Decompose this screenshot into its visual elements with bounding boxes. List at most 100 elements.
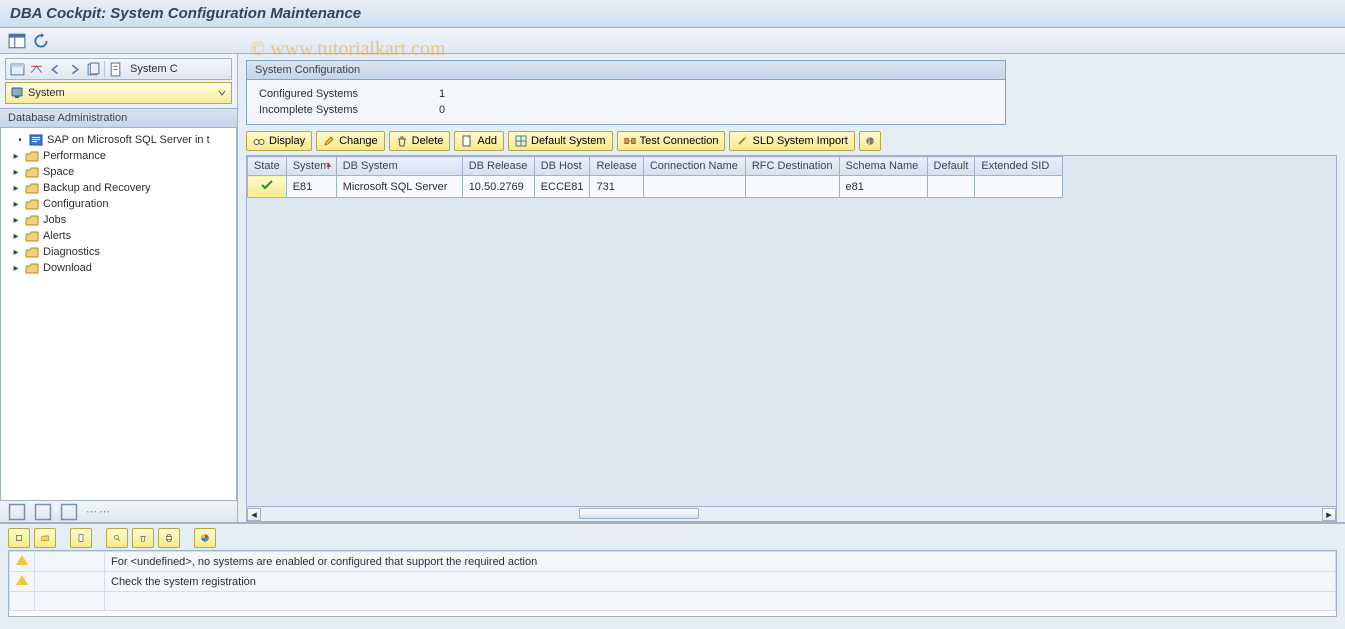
connection-icon bbox=[624, 135, 636, 147]
print-icon bbox=[165, 534, 173, 542]
lb-icon-1[interactable] bbox=[8, 503, 26, 521]
tree-item[interactable]: ▸Alerts bbox=[1, 228, 236, 244]
display-button[interactable]: Display bbox=[246, 131, 312, 151]
expand-icon[interactable]: ▸ bbox=[11, 183, 21, 193]
msg-find-button[interactable] bbox=[106, 528, 128, 548]
message-icon-cell bbox=[10, 572, 35, 592]
refresh-icon[interactable] bbox=[32, 32, 50, 50]
incomplete-systems-label: Incomplete Systems bbox=[259, 104, 429, 116]
change-button-label: Change bbox=[339, 135, 378, 147]
grid-column-header[interactable]: Connection Name bbox=[643, 157, 745, 176]
add-button[interactable]: Add bbox=[454, 131, 504, 151]
delete-button[interactable]: Delete bbox=[389, 131, 451, 151]
color-legend-button[interactable] bbox=[859, 131, 881, 151]
nav-doc-icon[interactable] bbox=[107, 62, 124, 77]
scroll-right-arrow-icon[interactable]: ▸ bbox=[1322, 508, 1336, 521]
message-row[interactable]: For <undefined>, no systems are enabled … bbox=[10, 552, 1336, 572]
nav-forward-icon[interactable] bbox=[66, 62, 83, 77]
configured-systems-value: 1 bbox=[439, 88, 479, 100]
grid-cell bbox=[643, 176, 745, 198]
msg-folder-button[interactable] bbox=[34, 528, 56, 548]
app-toolbar bbox=[0, 28, 1345, 54]
expand-icon[interactable]: ▸ bbox=[11, 199, 21, 209]
folder-icon bbox=[25, 166, 39, 178]
grid-horizontal-scrollbar[interactable]: ◂ ▸ bbox=[247, 506, 1336, 521]
grid-column-header[interactable]: Schema Name bbox=[839, 157, 927, 176]
lb-icon-3[interactable] bbox=[60, 503, 78, 521]
grid-column-header[interactable]: DB Host bbox=[534, 157, 590, 176]
grid-column-header[interactable]: DB System bbox=[336, 157, 462, 176]
tree-item-label: Diagnostics bbox=[43, 246, 100, 258]
nav-tool-icon-1[interactable] bbox=[9, 62, 26, 77]
search-icon bbox=[113, 534, 121, 542]
system-select[interactable]: System bbox=[5, 82, 232, 104]
state-cell bbox=[248, 176, 287, 198]
test-connection-button[interactable]: Test Connection bbox=[617, 131, 726, 151]
folder-icon bbox=[25, 182, 39, 194]
page-title: DBA Cockpit: System Configuration Mainte… bbox=[10, 5, 361, 22]
scroll-left-arrow-icon[interactable]: ◂ bbox=[247, 508, 261, 521]
grid-column-header[interactable]: System▲ bbox=[286, 157, 336, 176]
tree-active-item[interactable]: • SAP on Microsoft SQL Server in t bbox=[1, 132, 236, 148]
msg-color-button[interactable] bbox=[194, 528, 216, 548]
left-panel: System C System Database Administration … bbox=[0, 54, 238, 522]
lb-icon-2[interactable] bbox=[34, 503, 52, 521]
tree-item-label: Download bbox=[43, 262, 92, 274]
expand-icon[interactable]: ▸ bbox=[11, 263, 21, 273]
sld-import-button[interactable]: SLD System Import bbox=[729, 131, 854, 151]
folder-icon bbox=[25, 198, 39, 210]
new-doc-icon bbox=[461, 135, 473, 147]
tree-item-label: Performance bbox=[43, 150, 106, 162]
grid-column-header[interactable]: RFC Destination bbox=[745, 157, 839, 176]
tree-item-label: SAP on Microsoft SQL Server in t bbox=[47, 134, 210, 146]
expand-icon[interactable]: ▸ bbox=[11, 151, 21, 161]
display-button-label: Display bbox=[269, 135, 305, 147]
folder-icon bbox=[25, 150, 39, 162]
system-icon bbox=[10, 86, 24, 100]
tree-item-label: Configuration bbox=[43, 198, 108, 210]
tree-item[interactable]: ▸ Diagnostics bbox=[1, 244, 236, 260]
nav-tool-icon-2[interactable] bbox=[28, 62, 45, 77]
grid-column-header[interactable]: State bbox=[248, 157, 287, 176]
expand-icon[interactable]: ▸ bbox=[11, 215, 21, 225]
tree-item[interactable]: ▸Backup and Recovery bbox=[1, 180, 236, 196]
folder-icon bbox=[25, 230, 39, 242]
msg-print-button[interactable] bbox=[158, 528, 180, 548]
layout-icon[interactable] bbox=[8, 32, 26, 50]
msg-delete-button[interactable] bbox=[132, 528, 154, 548]
systems-grid[interactable]: StateSystem▲DB SystemDB ReleaseDB HostRe… bbox=[246, 155, 1337, 522]
navigation-tree[interactable]: • SAP on Microsoft SQL Server in t ▸ Perf… bbox=[0, 128, 237, 500]
grid-column-header[interactable]: Release bbox=[590, 157, 643, 176]
dropdown-chevron-icon bbox=[217, 88, 227, 98]
grid-column-header[interactable]: DB Release bbox=[462, 157, 534, 176]
msg-expand-button[interactable] bbox=[8, 528, 30, 548]
message-row[interactable]: Check the system registration bbox=[10, 572, 1336, 592]
expand-icon[interactable]: ▸ bbox=[11, 167, 21, 177]
table-row[interactable]: E81Microsoft SQL Server10.50.2769ECCE817… bbox=[248, 176, 1063, 198]
expand-icon[interactable]: ▸ bbox=[11, 231, 21, 241]
tree-item[interactable]: ▸ Configuration bbox=[1, 196, 236, 212]
folder-icon bbox=[25, 262, 39, 274]
msg-doc-button[interactable] bbox=[70, 528, 92, 548]
expand-icon[interactable]: ▸ bbox=[11, 247, 21, 257]
grid-column-header[interactable]: Default bbox=[927, 157, 975, 176]
default-system-button[interactable]: Default System bbox=[508, 131, 613, 151]
tree-item[interactable]: ▸Jobs bbox=[1, 212, 236, 228]
grid-column-header[interactable]: Extended SID bbox=[975, 157, 1063, 176]
nav-back-icon[interactable] bbox=[47, 62, 64, 77]
tree-item[interactable]: ▸ Download bbox=[1, 260, 236, 276]
grid-cell: E81 bbox=[286, 176, 336, 198]
grid-cell: 731 bbox=[590, 176, 643, 198]
tree-item[interactable]: ▸Space bbox=[1, 164, 236, 180]
pencil-icon bbox=[323, 135, 335, 147]
check-ok-icon bbox=[260, 179, 274, 191]
tree-item[interactable]: ▸ Performance bbox=[1, 148, 236, 164]
folder-icon bbox=[25, 214, 39, 226]
color-wheel-icon bbox=[866, 137, 874, 145]
scrollbar-thumb[interactable] bbox=[579, 508, 699, 519]
message-toolbar bbox=[0, 524, 1345, 548]
change-button[interactable]: Change bbox=[316, 131, 385, 151]
message-icon-cell bbox=[10, 552, 35, 572]
warning-icon bbox=[16, 555, 28, 565]
nav-history-icon[interactable] bbox=[85, 62, 102, 77]
